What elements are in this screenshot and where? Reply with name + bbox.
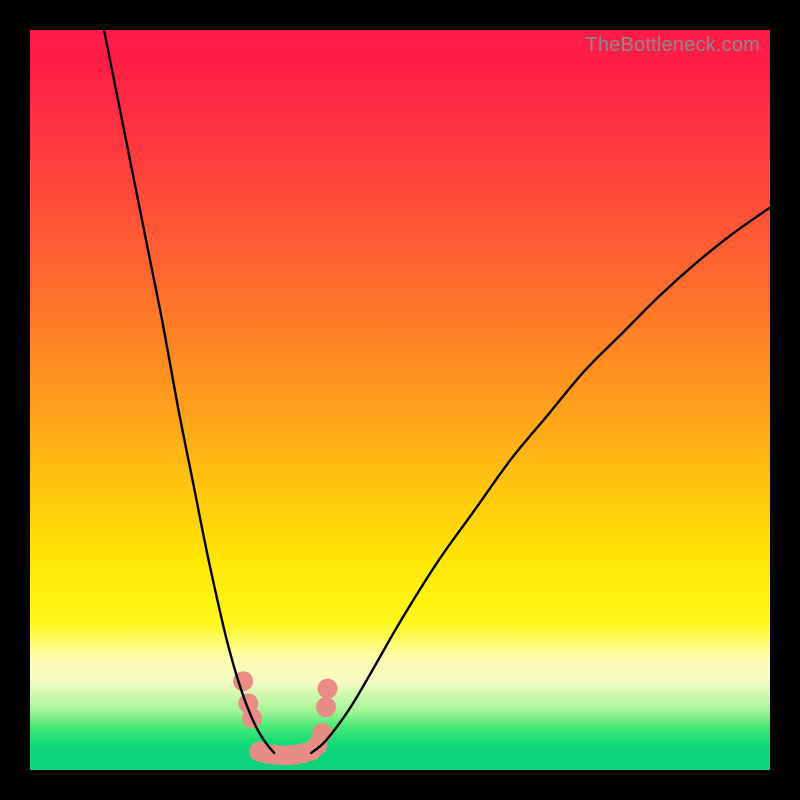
plot-area: TheBottleneck.com (30, 30, 770, 770)
chart-svg (30, 30, 770, 770)
fit-marker (317, 679, 337, 699)
left-curve (104, 30, 274, 753)
chart-frame: TheBottleneck.com (0, 0, 800, 800)
marker-band (233, 671, 337, 765)
fit-marker (312, 723, 332, 743)
fit-marker (316, 697, 336, 717)
right-curve (311, 208, 770, 753)
